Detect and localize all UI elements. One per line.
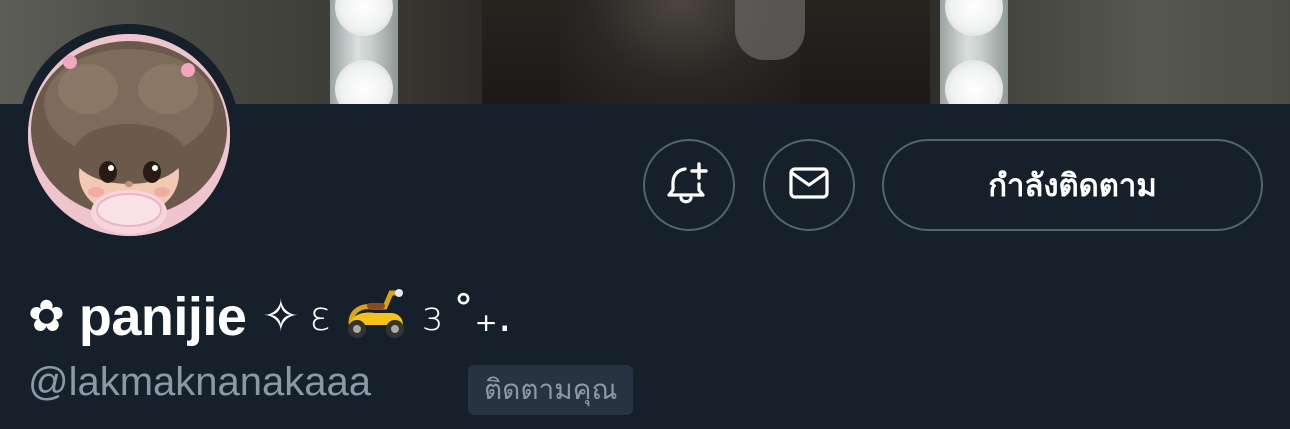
- display-name: panijie: [78, 287, 247, 347]
- avatar[interactable]: [28, 34, 230, 236]
- bell-plus-icon: [666, 160, 712, 211]
- flower-icon: ✿: [28, 291, 65, 342]
- sparkle-icon: ✧: [262, 291, 300, 342]
- scooter-emoji-icon: [341, 281, 411, 354]
- follows-you-badge: ติดตามคุณ: [468, 365, 634, 415]
- envelope-icon: [786, 160, 832, 211]
- left-wing-symbol: ɛ: [309, 294, 331, 340]
- user-handle: @lakmaknanakaaa: [28, 360, 372, 404]
- profile-header: กำลังติดตาม ✿ panijie ✧ ɛ ɜ ˚₊. @lakmakn…: [0, 0, 1290, 429]
- right-wing-symbol: ɜ: [420, 294, 443, 340]
- notifications-button[interactable]: [643, 139, 735, 231]
- following-button-label: กำลังติดตาม: [988, 168, 1157, 204]
- tail-symbol: ˚₊.: [452, 291, 512, 342]
- message-button[interactable]: [763, 139, 855, 231]
- display-name-row: ✿ panijie ✧ ɛ ɜ ˚₊.: [28, 282, 512, 352]
- following-button[interactable]: กำลังติดตาม: [882, 139, 1263, 231]
- name-decorations: ✧ ɛ ɜ ˚₊.: [262, 281, 512, 354]
